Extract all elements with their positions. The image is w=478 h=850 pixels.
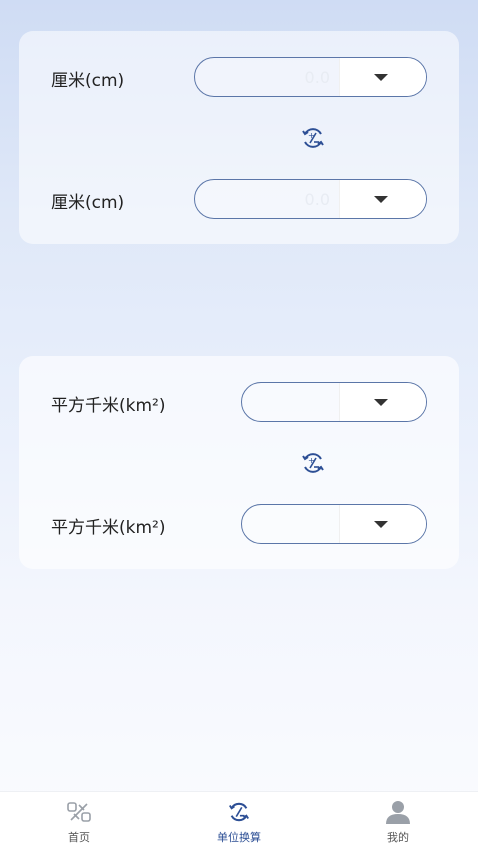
tab-home-label: 首页	[68, 831, 90, 844]
chevron-down-icon	[374, 521, 388, 528]
chevron-down-icon	[374, 399, 388, 406]
length-converter-card: 厘米(cm) 0.0 + 厘米(cm) 0.0	[19, 31, 459, 244]
to-value-field[interactable]	[241, 504, 427, 544]
swap-convert-icon[interactable]: +	[300, 125, 326, 151]
from-row: 厘米(cm) 0.0	[19, 55, 459, 99]
to-unit-dropdown[interactable]	[339, 180, 426, 218]
tab-convert-label: 单位换算	[217, 831, 261, 844]
from-unit-label: 平方千米(km²)	[51, 396, 166, 416]
convert-icon	[229, 802, 249, 822]
tab-home[interactable]: 首页	[39, 800, 119, 845]
to-value-field[interactable]: 0.0	[194, 179, 427, 219]
from-value-input[interactable]: 0.0	[305, 68, 330, 87]
from-unit-dropdown[interactable]	[339, 383, 426, 421]
from-value-field[interactable]	[241, 382, 427, 422]
from-value-field[interactable]: 0.0	[194, 57, 427, 97]
to-value-output: 0.0	[304, 190, 330, 209]
user-icon	[386, 801, 410, 824]
tab-profile[interactable]: 我的	[358, 800, 438, 845]
from-unit-dropdown[interactable]	[339, 58, 426, 96]
to-row: 厘米(cm) 0.0	[19, 177, 459, 221]
to-row: 平方千米(km²)	[19, 502, 459, 546]
tab-convert[interactable]: 单位换算	[199, 800, 279, 845]
to-unit-dropdown[interactable]	[339, 505, 426, 543]
to-unit-label: 厘米(cm)	[51, 193, 125, 213]
chevron-down-icon	[374, 196, 388, 203]
home-icon	[67, 802, 91, 822]
swap-convert-icon[interactable]: +	[300, 450, 326, 476]
chevron-down-icon	[374, 74, 388, 81]
bottom-tab-bar: 首页 单位换算 我的	[0, 791, 478, 850]
tab-profile-label: 我的	[387, 831, 409, 844]
area-converter-card: 平方千米(km²) + 平方千米(km²)	[19, 356, 459, 569]
from-unit-label: 厘米(cm)	[51, 71, 125, 91]
from-row: 平方千米(km²)	[19, 380, 459, 424]
to-unit-label: 平方千米(km²)	[51, 518, 166, 538]
